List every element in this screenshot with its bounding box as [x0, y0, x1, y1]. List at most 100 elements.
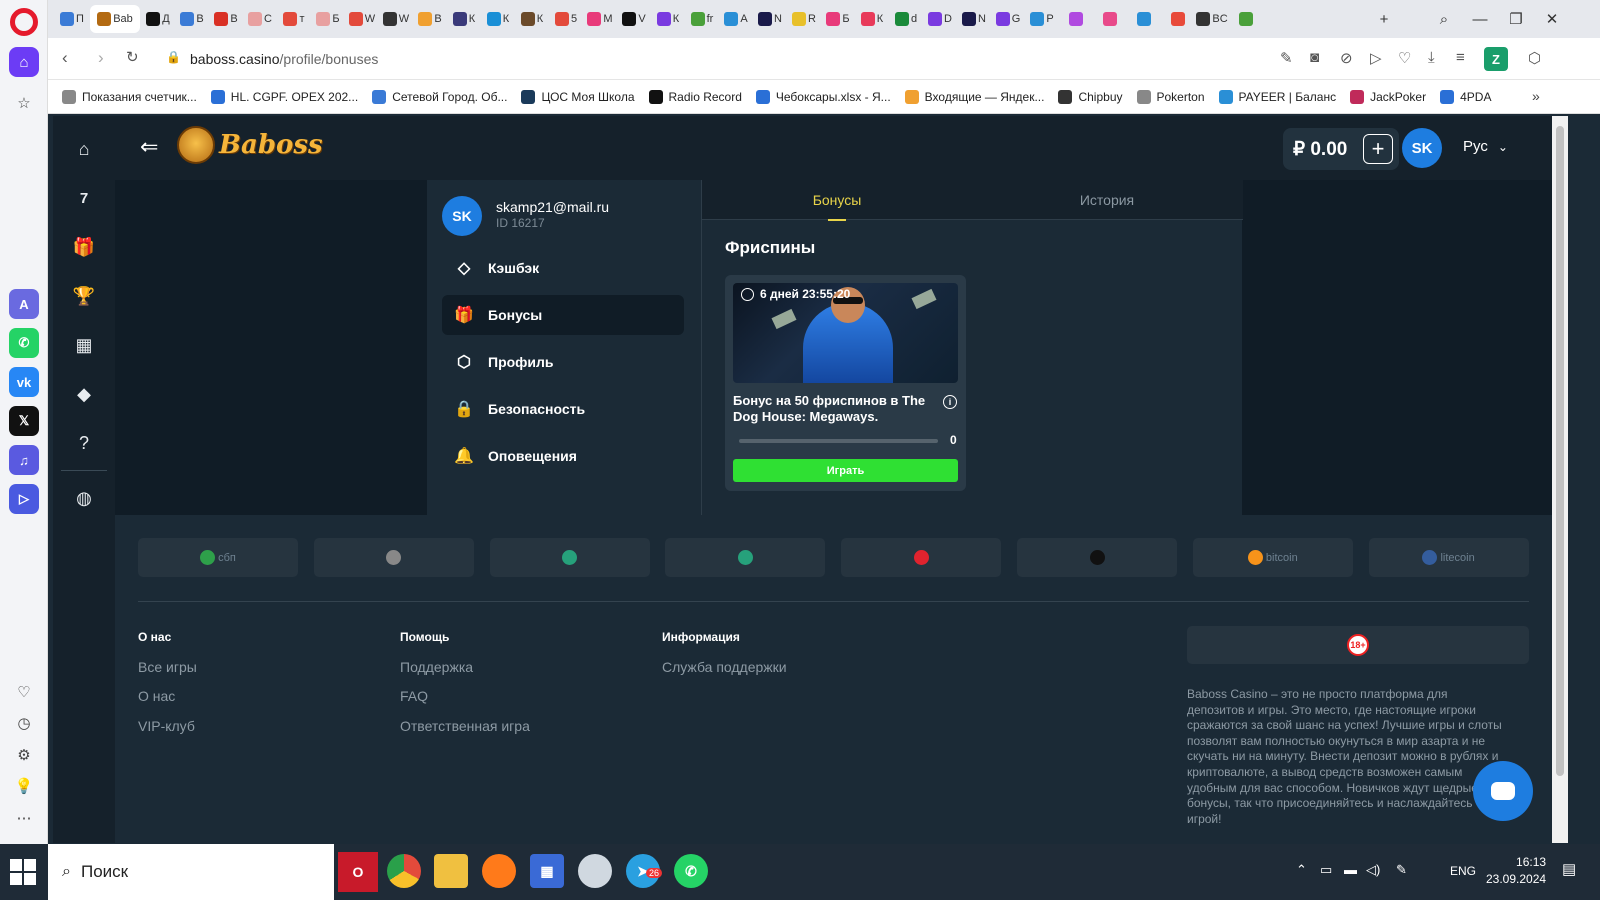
firefox-taskbar-icon[interactable] — [482, 854, 516, 888]
chat-button[interactable] — [1473, 761, 1533, 821]
browser-tab[interactable]: V — [618, 5, 650, 33]
balance-widget[interactable]: ₽ 0.00 + — [1283, 128, 1399, 170]
heart-icon[interactable]: ♡ — [9, 677, 39, 707]
browser-tab[interactable]: BC — [1196, 5, 1228, 33]
browser-tab[interactable]: М — [584, 5, 616, 33]
browser-tab[interactable]: К — [448, 5, 480, 33]
bookmark-item[interactable]: PAYEER | Баланс — [1218, 89, 1336, 104]
camera-icon[interactable]: ◙ — [1310, 49, 1319, 66]
history-icon[interactable]: ◷ — [9, 708, 39, 738]
tray-chevron-icon[interactable]: ⌃ — [1296, 862, 1307, 878]
extensions-cube-icon[interactable]: ⬡ — [1528, 49, 1541, 67]
opera-taskbar-icon[interactable]: O — [338, 852, 378, 892]
settings-icon[interactable]: ⚙ — [9, 740, 39, 770]
bookmark-item[interactable]: ЦОС Моя Школа — [521, 89, 635, 104]
home-icon[interactable]: ⌂ — [9, 47, 39, 77]
player-icon[interactable]: ♫ — [9, 445, 39, 475]
bookmark-item[interactable]: 4PDA — [1440, 89, 1491, 104]
tab-bonuses[interactable]: Бонусы — [702, 180, 972, 221]
pen-icon[interactable]: ✎ — [1396, 862, 1407, 878]
bookmark-item[interactable]: Radio Record — [648, 89, 742, 104]
brand-logo[interactable]: Baboss — [177, 126, 323, 164]
browser-tab[interactable]: 5 — [550, 5, 582, 33]
footer-link-support-service[interactable]: Служба поддержки — [662, 659, 787, 675]
bookmark-item[interactable]: Показания счетчик... — [62, 89, 197, 104]
notifications-icon[interactable]: ▤ — [1562, 860, 1576, 878]
bookmark-item[interactable]: JackPoker — [1350, 89, 1426, 104]
favorite-icon[interactable]: ♡ — [1398, 49, 1411, 67]
footer-link-faq[interactable]: FAQ — [400, 688, 428, 704]
video-icon[interactable]: ▷ — [9, 484, 39, 514]
browser-tab[interactable]: P — [1026, 5, 1058, 33]
bookmark-item[interactable]: Входящие — Яндек... — [904, 89, 1044, 104]
browser-tab[interactable]: т — [278, 5, 310, 33]
browser-tab[interactable]: С — [244, 5, 276, 33]
profile-menu-item[interactable]: 🔔 Оповещения — [442, 436, 684, 476]
input-language[interactable]: ENG — [1450, 864, 1476, 878]
new-tab-icon[interactable]: + — [1366, 0, 1402, 38]
windows-start-icon[interactable] — [10, 859, 36, 885]
games-grid-icon[interactable]: ▦ — [71, 332, 97, 358]
browser-tab[interactable]: d — [890, 5, 922, 33]
browser-tab[interactable]: W — [380, 5, 412, 33]
app-taskbar-icon[interactable] — [578, 854, 612, 888]
browser-tab[interactable]: D — [924, 5, 956, 33]
bookmark-item[interactable]: Сетевой Город. Об... — [372, 89, 507, 104]
extension-z-icon[interactable]: Z — [1484, 47, 1508, 71]
browser-tab[interactable]: В — [176, 5, 208, 33]
forward-icon[interactable]: › — [98, 48, 104, 68]
reload-icon[interactable]: ↻ — [126, 48, 139, 66]
help-icon[interactable]: ? — [71, 430, 97, 456]
browser-tab[interactable]: N — [754, 5, 786, 33]
network-icon[interactable]: ▭ — [1320, 862, 1332, 878]
footer-link-vip[interactable]: VIP-клуб — [138, 718, 195, 734]
opera-logo-icon[interactable] — [10, 8, 38, 36]
bulb-icon[interactable]: 💡 — [9, 771, 39, 801]
home-nav-icon[interactable]: ⌂ — [71, 136, 97, 162]
back-icon[interactable]: ‹ — [62, 48, 68, 68]
browser-tab[interactable]: П — [56, 5, 88, 33]
vk-icon[interactable]: vk — [9, 367, 39, 397]
browser-tab[interactable]: В — [414, 5, 446, 33]
bookmark-item[interactable]: Chipbuy — [1058, 89, 1123, 104]
whatsapp-icon[interactable]: ✆ — [9, 328, 39, 358]
browser-tab[interactable] — [1060, 5, 1092, 33]
battery-icon[interactable]: ▬ — [1344, 862, 1357, 877]
browser-tab[interactable] — [1128, 5, 1160, 33]
browser-tab[interactable]: Bab — [90, 5, 140, 33]
info-icon[interactable]: i — [943, 395, 957, 409]
browser-tab[interactable]: fr — [686, 5, 718, 33]
footer-link-support[interactable]: Поддержка — [400, 659, 473, 675]
menu-collapse-icon[interactable]: ⇐ — [140, 136, 158, 158]
scrollbar-thumb[interactable] — [1556, 126, 1564, 776]
gift-nav-icon[interactable]: 🎁 — [71, 234, 97, 260]
bookmark-item[interactable]: Pokerton — [1136, 89, 1205, 104]
download-icon[interactable]: ⤓ — [1428, 49, 1435, 66]
x-icon[interactable]: 𝕏 — [9, 406, 39, 436]
browser-tab[interactable] — [1094, 5, 1126, 33]
browser-tab[interactable]: А — [720, 5, 752, 33]
browser-tab[interactable]: К — [652, 5, 684, 33]
trophy-nav-icon[interactable]: 🏆 — [71, 283, 97, 309]
lock-icon[interactable]: 🔒 — [166, 50, 181, 64]
bookmark-item[interactable]: HL. CGPF. OPEX 202... — [210, 89, 358, 104]
profile-menu-item[interactable]: 🔒 Безопасность — [442, 389, 684, 429]
whatsapp-taskbar-icon[interactable]: ✆ — [674, 854, 708, 888]
browser-tab[interactable]: К — [856, 5, 888, 33]
taskbar-search[interactable]: ⌕ Поиск — [48, 844, 334, 900]
globe-icon[interactable]: ◍ — [71, 485, 97, 511]
url-field[interactable]: baboss.casino/profile/bonuses — [190, 51, 378, 67]
restore-icon[interactable]: ❐ — [1498, 0, 1534, 38]
browser-tab[interactable]: К — [516, 5, 548, 33]
profile-menu-item[interactable]: ⬡ Профиль — [442, 342, 684, 382]
footer-link-responsible[interactable]: Ответственная игра — [400, 718, 530, 734]
chrome-taskbar-icon[interactable] — [387, 854, 421, 888]
profile-menu-item[interactable]: ◇ Кэшбэк — [442, 248, 684, 288]
language-selector[interactable]: Рус ⌄ — [1463, 138, 1508, 155]
star-icon[interactable]: ☆ — [9, 88, 39, 118]
send-icon[interactable]: ▷ — [1370, 49, 1382, 67]
browser-tab[interactable]: В — [210, 5, 242, 33]
more-icon[interactable]: ⋯ — [9, 803, 39, 833]
deposit-plus-button[interactable]: + — [1363, 134, 1393, 164]
play-button[interactable]: Играть — [733, 459, 958, 482]
